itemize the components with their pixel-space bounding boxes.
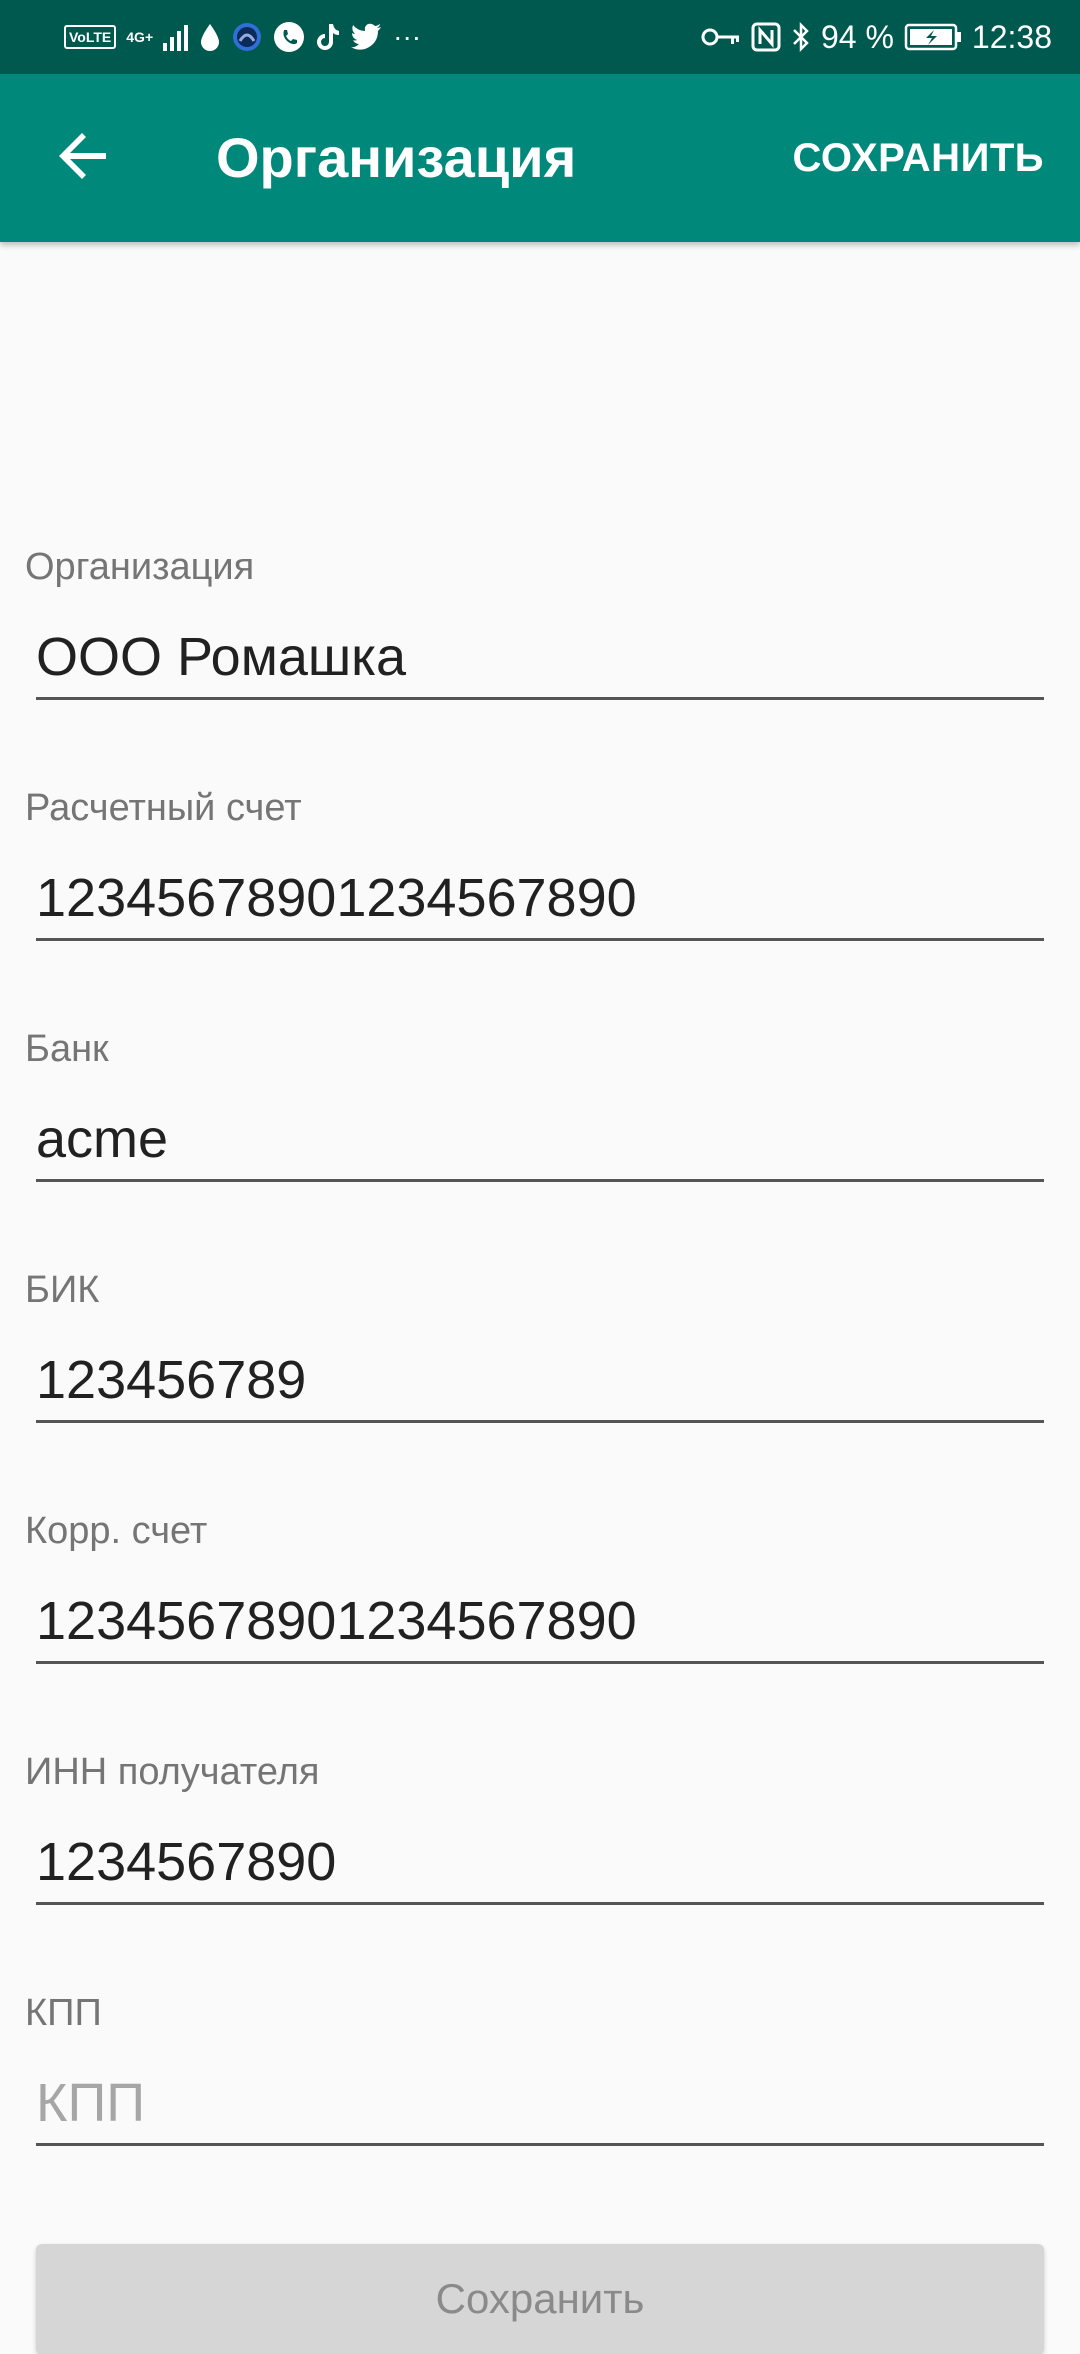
field-label: Банк [25,1028,109,1070]
settlement-account-input[interactable] [36,857,1044,941]
field-recipient-inn: ИНН получателя [0,1751,1080,1971]
corr-account-input[interactable] [36,1580,1044,1664]
bik-input[interactable] [36,1339,1044,1423]
key-icon [701,25,741,49]
bluetooth-icon [791,21,811,53]
twitter-icon [351,23,383,51]
field-bank: Банк [0,1028,1080,1248]
status-bar: VoLTE 4G+ ··· 94 % 12:38 [0,0,1080,74]
field-label: БИК [25,1269,100,1311]
kpp-input[interactable] [36,2062,1044,2146]
field-label: Расчетный счет [25,787,302,829]
organization-input[interactable] [36,616,1044,700]
field-organization: Организация [0,546,1080,766]
back-button[interactable] [44,118,124,198]
battery-percent: 94 % [820,18,894,55]
more-icon: ··· [393,21,422,52]
tiktok-icon [315,22,341,52]
field-label: Корр. счет [25,1510,208,1552]
volte-icon: VoLTE [64,25,117,49]
status-right-icons: 94 % 12:38 [701,0,1052,74]
page-title: Организация [216,126,577,189]
arrow-left-icon [56,128,112,189]
recipient-inn-input[interactable] [36,1821,1044,1905]
clock-time: 12:38 [971,18,1052,55]
field-corr-account: Корр. счет [0,1510,1080,1730]
phone-icon [273,21,305,53]
field-bik: БИК [0,1269,1080,1489]
field-label: КПП [25,1992,102,2034]
save-button[interactable]: Сохранить [36,2244,1044,2354]
nfc-icon [751,22,781,52]
field-label: ИНН получателя [25,1751,320,1793]
drop-icon [199,22,221,52]
field-settlement-account: Расчетный счет [0,787,1080,1007]
app-icon [231,21,263,53]
toolbar-save-button[interactable]: СОХРАНИТЬ [792,74,1044,242]
field-kpp: КПП [0,1992,1080,2212]
battery-icon [904,23,962,51]
field-label: Организация [25,546,255,588]
app-bar: Организация СОХРАНИТЬ [0,74,1080,242]
network-type: 4G+ [126,29,154,45]
signal-icon [163,23,189,51]
status-left-icons: VoLTE 4G+ ··· [64,0,421,74]
bank-input[interactable] [36,1098,1044,1182]
